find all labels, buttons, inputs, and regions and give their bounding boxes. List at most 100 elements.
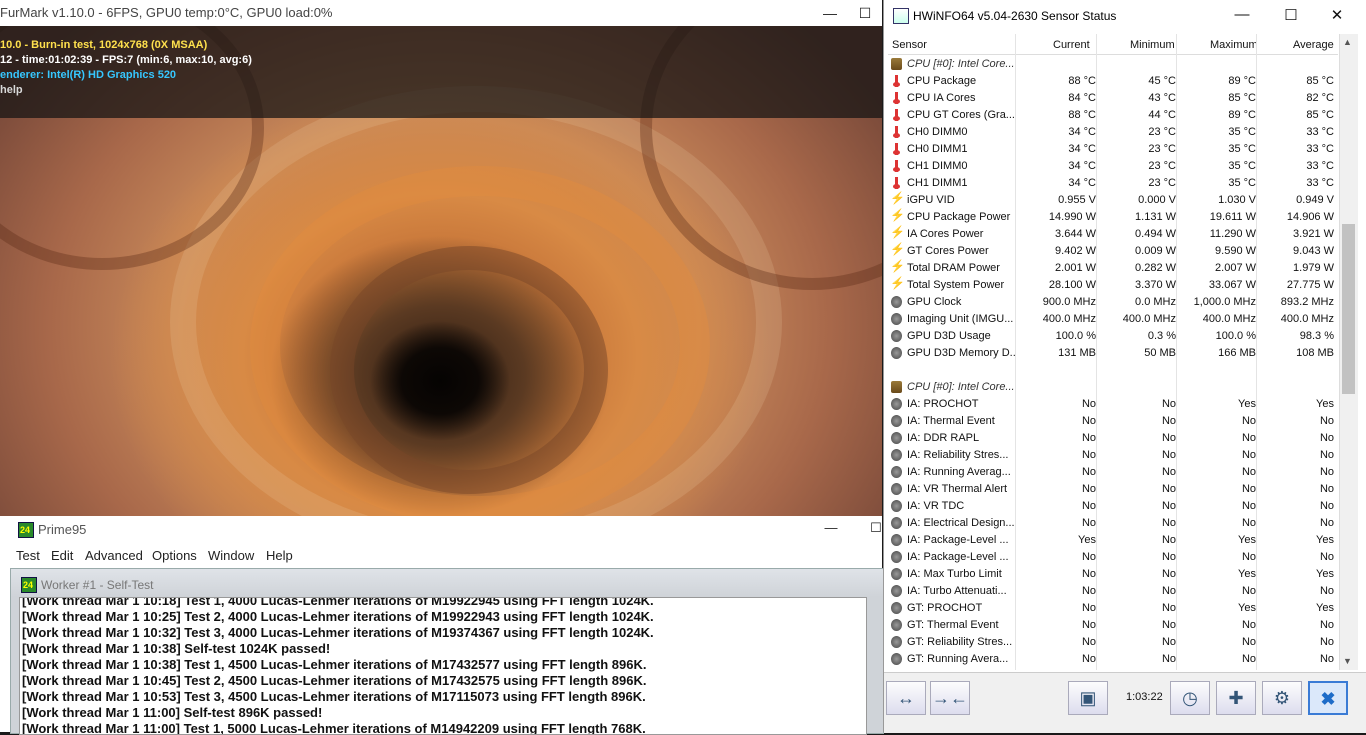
minimize-icon[interactable]: — bbox=[1227, 6, 1257, 23]
sensor-row[interactable]: CH1 DIMM0 34 °C 23 °C 35 °C 33 °C bbox=[888, 158, 1338, 175]
sensor-row[interactable]: IA: Package-Level ... No No No No bbox=[888, 549, 1338, 566]
col-maximum[interactable]: Maximum bbox=[1210, 39, 1258, 51]
sensor-row[interactable]: IA: Reliability Stres... No No No No bbox=[888, 447, 1338, 464]
log-line: [Work thread Mar 1 11:00] Test 1, 5000 L… bbox=[22, 721, 646, 735]
sensor-row[interactable]: CH0 DIMM0 34 °C 23 °C 35 °C 33 °C bbox=[888, 124, 1338, 141]
clock-icon[interactable]: ◷ bbox=[1170, 681, 1210, 715]
sensor-row[interactable]: IA: Running Averag... No No No No bbox=[888, 464, 1338, 481]
settings-icon[interactable]: ⚙ bbox=[1262, 681, 1302, 715]
gauge-icon bbox=[891, 432, 902, 444]
sensor-row[interactable]: IA: Turbo Attenuati... No No No No bbox=[888, 583, 1338, 600]
menu-advanced[interactable]: Advanced bbox=[85, 548, 143, 563]
menu-help[interactable]: Help bbox=[266, 548, 293, 563]
sensor-row[interactable]: GT: Reliability Stres... No No No No bbox=[888, 634, 1338, 651]
network-icon[interactable]: ▣ bbox=[1068, 681, 1108, 715]
gauge-icon bbox=[891, 500, 902, 512]
sensor-row[interactable]: GT: Running Avera... No No No No bbox=[888, 651, 1338, 668]
sensor-row[interactable]: Total DRAM Power 2.001 W 0.282 W 2.007 W 1.9… bbox=[888, 259, 1338, 277]
sensor-row[interactable]: IA: DDR RAPL No No No No bbox=[888, 430, 1338, 447]
expand-columns-icon[interactable]: ↔ bbox=[886, 681, 926, 715]
worker-log[interactable]: [Work thread Mar 1 10:18] Test 1, 4000 L… bbox=[19, 597, 867, 735]
sensor-value-c: 88 °C bbox=[1068, 109, 1096, 121]
sensor-list[interactable]: CPU [#0]: Intel Core... CPU Package 88 °C 4… bbox=[888, 56, 1338, 670]
close-icon[interactable]: ✕ bbox=[1322, 6, 1352, 24]
scroll-thumb[interactable] bbox=[1342, 224, 1355, 394]
sensor-scrollbar[interactable]: ▲ ▼ bbox=[1339, 34, 1358, 670]
sensor-row[interactable]: GPU Clock 900.0 MHz 0.0 MHz 1,000.0 MHz 893.… bbox=[888, 294, 1338, 311]
sensor-row[interactable]: IA: Max Turbo Limit No No Yes Yes bbox=[888, 566, 1338, 583]
minimize-icon[interactable]: — bbox=[816, 520, 846, 535]
sensor-row[interactable]: IA: VR Thermal Alert No No No No bbox=[888, 481, 1338, 498]
scroll-up-icon[interactable]: ▲ bbox=[1343, 37, 1352, 47]
close-button[interactable]: ✖ bbox=[1308, 681, 1348, 715]
prime95-titlebar[interactable]: Prime95 — ☐ bbox=[10, 516, 882, 544]
scroll-down-icon[interactable]: ▼ bbox=[1343, 656, 1352, 666]
furmark-titlebar[interactable]: FurMark v1.10.0 - 6FPS, GPU0 temp:0°C, G… bbox=[0, 0, 882, 26]
sensor-value-av: 3.921 W bbox=[1293, 228, 1334, 240]
sensor-row[interactable]: IA: PROCHOT No No Yes Yes bbox=[888, 396, 1338, 413]
sensor-value-av: No bbox=[1319, 653, 1334, 665]
sensor-value-c: No bbox=[1081, 636, 1096, 648]
hwinfo-titlebar[interactable]: HWiNFO64 v5.04-2630 Sensor Status — ☐ ✕ bbox=[884, 0, 1366, 30]
sensor-row[interactable]: CH0 DIMM1 34 °C 23 °C 35 °C 33 °C bbox=[888, 141, 1338, 158]
sensor-row[interactable]: GT Cores Power 9.402 W 0.009 W 9.590 W 9.043… bbox=[888, 242, 1338, 260]
sensor-value-mn: No bbox=[1161, 483, 1176, 495]
menu-window[interactable]: Window bbox=[208, 548, 254, 563]
sensor-value-c: 0.955 V bbox=[1058, 194, 1096, 206]
sensor-row[interactable]: GPU D3D Memory D... 131 MB 50 MB 166 MB 108 … bbox=[888, 345, 1338, 362]
sensor-row[interactable]: IA: Electrical Design... No No No No bbox=[888, 515, 1338, 532]
sensor-name: IA: Running Averag... bbox=[907, 466, 1011, 478]
sensor-row[interactable]: IA: Thermal Event No No No No bbox=[888, 413, 1338, 430]
sensor-row[interactable]: CPU IA Cores 84 °C 43 °C 85 °C 82 °C bbox=[888, 90, 1338, 107]
sensor-row[interactable]: CPU GT Cores (Gra... 88 °C 44 °C 89 °C 85 °C bbox=[888, 107, 1338, 124]
lightning-icon bbox=[890, 191, 905, 206]
sensor-row[interactable]: CPU Package Power 14.990 W 1.131 W 19.611 W… bbox=[888, 208, 1338, 226]
sensor-value-mn: No bbox=[1161, 568, 1176, 580]
sensor-row[interactable]: GT: Thermal Event No No No No bbox=[888, 617, 1338, 634]
furmark-overlay-line: enderer: Intel(R) HD Graphics 520 bbox=[0, 69, 177, 81]
gauge-icon bbox=[891, 534, 902, 546]
minimize-icon[interactable]: — bbox=[815, 0, 845, 26]
sensor-value-mn: 0.3 % bbox=[1147, 330, 1176, 342]
sensor-value-c: No bbox=[1081, 466, 1096, 478]
maximize-icon[interactable]: ☐ bbox=[850, 0, 880, 26]
sensor-row[interactable]: CH1 DIMM1 34 °C 23 °C 35 °C 33 °C bbox=[888, 175, 1338, 192]
col-sensor[interactable]: Sensor bbox=[892, 39, 927, 51]
col-average[interactable]: Average bbox=[1293, 39, 1334, 51]
collapse-columns-icon[interactable]: →← bbox=[930, 681, 970, 715]
worker-titlebar[interactable]: Worker #1 - Self-Test bbox=[11, 569, 883, 597]
menu-test[interactable]: Test bbox=[16, 548, 40, 563]
maximize-icon[interactable]: ☐ bbox=[1276, 6, 1306, 24]
sensor-value-mn: 0.494 W bbox=[1135, 228, 1176, 240]
sensor-row[interactable]: CPU Package 88 °C 45 °C 89 °C 85 °C bbox=[888, 73, 1338, 90]
col-minimum[interactable]: Minimum bbox=[1130, 39, 1175, 51]
gauge-icon bbox=[891, 653, 902, 665]
sensor-row[interactable]: IA Cores Power 3.644 W 0.494 W 11.290 W 3.92… bbox=[888, 225, 1338, 243]
sensor-row[interactable]: GT: PROCHOT No No Yes Yes bbox=[888, 600, 1338, 617]
sensor-value-c: No bbox=[1081, 449, 1096, 461]
menu-options[interactable]: Options bbox=[152, 548, 197, 563]
sensor-value-mx: No bbox=[1241, 415, 1256, 427]
sensor-row[interactable]: IA: Package-Level ... Yes No Yes Yes bbox=[888, 532, 1338, 549]
sensor-name: IA Cores Power bbox=[907, 228, 984, 240]
sensor-name: CPU GT Cores (Gra... bbox=[907, 109, 1015, 121]
sensor-value-mn: 23 °C bbox=[1148, 177, 1176, 189]
sensor-name: GPU D3D Usage bbox=[907, 330, 991, 342]
sensor-row[interactable]: Total System Power 28.100 W 3.370 W 33.067 … bbox=[888, 276, 1338, 294]
sensor-group[interactable]: CPU [#0]: Intel Core... bbox=[888, 56, 1338, 73]
sensor-row[interactable]: iGPU VID 0.955 V 0.000 V 1.030 V 0.949 V bbox=[888, 191, 1338, 209]
sensor-value-av: 1.979 W bbox=[1293, 262, 1334, 274]
add-report-icon[interactable]: ✚ bbox=[1216, 681, 1256, 715]
sensor-value-av: 108 MB bbox=[1296, 347, 1334, 359]
sensor-group[interactable]: CPU [#0]: Intel Core... bbox=[888, 379, 1338, 396]
hwinfo-window: HWiNFO64 v5.04-2630 Sensor Status — ☐ ✕ … bbox=[883, 0, 1366, 733]
sensor-row[interactable]: IA: VR TDC No No No No bbox=[888, 498, 1338, 515]
menu-edit[interactable]: Edit bbox=[51, 548, 73, 563]
col-current[interactable]: Current bbox=[1053, 39, 1090, 51]
sensor-value-mn: 0.282 W bbox=[1135, 262, 1176, 274]
sensor-name: Total System Power bbox=[907, 279, 1005, 291]
sensor-row[interactable]: GPU D3D Usage 100.0 % 0.3 % 100.0 % 98.3 % bbox=[888, 328, 1338, 345]
sensor-value-mn: 1.131 W bbox=[1135, 211, 1176, 223]
sensor-value-mx: No bbox=[1241, 517, 1256, 529]
sensor-row[interactable]: Imaging Unit (IMGU... 400.0 MHz 400.0 MHz 4… bbox=[888, 311, 1338, 328]
